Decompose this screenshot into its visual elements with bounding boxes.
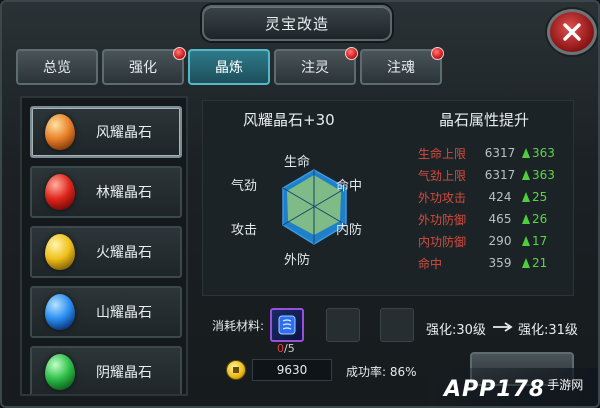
tab-label: 注魂	[387, 60, 415, 76]
current-level: 强化:30级	[426, 323, 486, 338]
tab-infuse-spirit[interactable]: 注灵	[274, 47, 358, 85]
attribute-bonus: 17	[532, 234, 548, 248]
notification-dot-icon	[345, 47, 358, 60]
crystal-name: 火耀晶石	[96, 245, 152, 261]
arrow-right-icon	[493, 322, 513, 332]
tab-infuse-soul[interactable]: 注魂	[360, 47, 444, 85]
crystal-name: 林耀晶石	[96, 185, 152, 201]
tab-enhance[interactable]: 强化	[102, 47, 186, 85]
radar-label-bottom-right: 内防	[336, 223, 363, 238]
radar-label-bottom: 外防	[284, 253, 311, 268]
refine-window: 灵宝改造 总览 强化 晶炼 注灵 注魂 风耀晶石 林耀晶石 火耀晶石 山耀晶石 …	[0, 0, 600, 408]
tab-label: 总览	[43, 60, 71, 76]
tab-overview[interactable]: 总览	[16, 49, 98, 85]
up-arrow-icon	[522, 192, 530, 202]
attribute-value: 290	[488, 234, 512, 248]
attribute-value: 424	[488, 190, 512, 204]
attribute-row: 气劲上限 6317 363	[418, 166, 568, 184]
close-icon	[563, 23, 581, 41]
up-arrow-icon	[522, 258, 530, 268]
watermark-logo: APP178 手游网	[430, 368, 598, 406]
crystal-item-yin[interactable]: 阴耀晶石	[30, 346, 182, 394]
success-rate: 成功率: 86%	[346, 365, 417, 379]
attribute-bonus: 26	[532, 212, 548, 226]
scroll-icon	[278, 315, 296, 335]
attribute-row: 生命上限 6317 363	[418, 144, 568, 162]
attribute-bonus: 363	[532, 146, 555, 160]
attribute-name: 外功防御	[418, 212, 467, 227]
cost-amount: 9630	[252, 359, 332, 381]
attribute-row: 外功攻击 424 25	[418, 188, 568, 206]
material-slot-scroll[interactable]	[270, 308, 304, 342]
watermark-sub: 手游网	[547, 377, 584, 392]
crystal-list[interactable]: 风耀晶石 林耀晶石 火耀晶石 山耀晶石 阴耀晶石	[20, 96, 188, 396]
tab-crystal-refine[interactable]: 晶炼	[188, 49, 270, 85]
radar-label-top-left: 气劲	[231, 179, 258, 194]
crystal-name: 风耀晶石	[96, 125, 152, 141]
crystal-item-mountain[interactable]: 山耀晶石	[30, 286, 182, 338]
watermark-brand: APP178	[444, 376, 546, 402]
attribute-name: 外功攻击	[418, 190, 467, 205]
crystal-name: 阴耀晶石	[96, 365, 152, 381]
close-button[interactable]	[547, 9, 597, 55]
attribute-title: 晶石属性提升	[439, 111, 530, 129]
attribute-bonus: 25	[532, 190, 548, 204]
attribute-row: 命中 359 21	[418, 254, 568, 272]
tab-label: 注灵	[301, 60, 329, 76]
notification-dot-icon	[431, 47, 444, 60]
up-arrow-icon	[522, 214, 530, 224]
material-slot-empty[interactable]	[380, 308, 414, 342]
material-count: 0/5	[277, 342, 295, 355]
orange-gem-icon	[45, 114, 75, 150]
crystal-item-wind[interactable]: 风耀晶石	[30, 106, 182, 158]
tab-bar: 总览 强化 晶炼 注灵 注魂	[16, 47, 444, 85]
next-level: 强化:31级	[518, 323, 578, 338]
up-arrow-icon	[522, 236, 530, 246]
attribute-value: 465	[488, 212, 512, 226]
attribute-bonus: 363	[532, 168, 555, 182]
radar-label-top: 生命	[284, 155, 311, 170]
red-gem-icon	[45, 174, 75, 210]
blue-gem-icon	[45, 294, 75, 330]
window-title: 灵宝改造	[202, 5, 392, 41]
material-slot-empty[interactable]	[326, 308, 360, 342]
attribute-bonus: 21	[532, 256, 548, 270]
attribute-name: 命中	[418, 256, 443, 271]
crystal-item-forest[interactable]: 林耀晶石	[30, 166, 182, 218]
radar-title: 风耀晶石+30	[243, 111, 335, 129]
radar-label-bottom-left: 攻击	[231, 223, 258, 238]
attribute-name: 内功防御	[418, 234, 467, 249]
attribute-value: 6317	[484, 146, 516, 160]
coin-icon	[226, 360, 246, 380]
attribute-row: 内功防御 290 17	[418, 232, 568, 250]
materials-label: 消耗材料:	[212, 319, 265, 333]
tab-label: 强化	[129, 60, 157, 76]
yellow-gem-icon	[45, 234, 75, 270]
crystal-detail-panel: 风耀晶石+30 生命 命中 内防 外防 攻击 气劲 晶石属性提升 生命上限 63…	[202, 100, 574, 296]
attribute-radar: 生命 命中 内防 外防 攻击 气劲	[223, 135, 393, 295]
attribute-row: 外功防御 465 26	[418, 210, 568, 228]
green-gem-icon	[45, 354, 75, 390]
tab-label: 晶炼	[215, 60, 243, 76]
attribute-name: 气劲上限	[418, 168, 467, 183]
up-arrow-icon	[522, 170, 530, 180]
radar-label-top-right: 命中	[336, 179, 363, 194]
attribute-name: 生命上限	[418, 146, 467, 161]
notification-dot-icon	[173, 47, 186, 60]
up-arrow-icon	[522, 148, 530, 158]
attribute-value: 6317	[484, 168, 516, 182]
crystal-item-fire[interactable]: 火耀晶石	[30, 226, 182, 278]
crystal-name: 山耀晶石	[96, 305, 152, 321]
attribute-value: 359	[488, 256, 512, 270]
